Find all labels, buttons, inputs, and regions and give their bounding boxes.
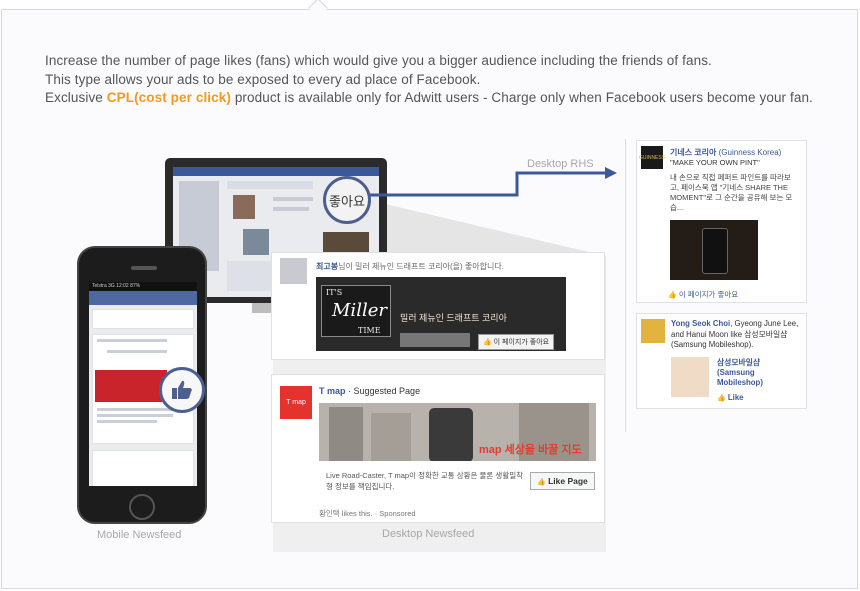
- caption-mobile-newsfeed: Mobile Newsfeed: [97, 529, 182, 541]
- rhs-like-link[interactable]: 👍 Like: [717, 393, 744, 402]
- like-page-button[interactable]: 👍 이 페이지가 좋아요: [478, 334, 555, 350]
- rhs-arrow: [365, 167, 617, 197]
- ad-description: Live Road-Caster, T map이 정확한 교통 상황은 물론 생…: [326, 471, 524, 491]
- phone-home-button: [129, 494, 155, 520]
- social-context-text: 님이 밀러 제뉴인 드래프트 코리아(을) 좋아합니다.: [338, 262, 504, 271]
- text-line: [97, 414, 173, 417]
- caption-desktop-rhs: Desktop RHS: [527, 158, 594, 170]
- miller-logo-top: IT'S: [326, 288, 343, 297]
- page-picture[interactable]: [671, 357, 709, 397]
- page-name-link[interactable]: 삼성모바일샵 (Samsung Mobileshop): [717, 358, 789, 388]
- rhs-ad-title-en: (Guinness Korea): [718, 148, 782, 157]
- newsfeed-ad-tmap: T map T map · Suggested Page map 세상을 바꿀 …: [271, 374, 605, 523]
- like-page-button-label: Like Page: [548, 476, 588, 486]
- mobile-ad-image[interactable]: [95, 370, 167, 402]
- friend-name[interactable]: Yong Seok Choi: [671, 319, 730, 328]
- rhs-like-link[interactable]: 👍 이 페이지가 좋아요: [668, 289, 738, 300]
- intro-line-3: Exclusive CPL(cost per click) product is…: [45, 89, 815, 108]
- cpl-highlight: CPL(cost per click): [106, 90, 231, 105]
- rhs-ad-description: 내 손으로 직접 페퍼트 파인트를 따라보고, 페이스북 앱 "기네스 SHAR…: [670, 173, 793, 212]
- ad-photo: [323, 232, 369, 254]
- newsfeed-ad-miller: 최고봉님이 밀러 제뉴인 드래프트 코리아(을) 좋아합니다. IT'S Mil…: [271, 252, 605, 360]
- facebook-mobile-nav: [89, 291, 197, 305]
- fan-faces: [400, 333, 470, 347]
- miller-logo-bottom: TIME: [358, 326, 381, 335]
- ad-footer: 황인택 likes this. · Sponsored: [319, 509, 416, 518]
- like-page-button[interactable]: 👍 Like Page: [530, 472, 595, 490]
- friend-avatar: [280, 258, 307, 284]
- rhs-ad-guinness: GUINNESS 기네스 코리아 (Guinness Korea) "MAKE …: [636, 140, 807, 303]
- text-line: [273, 207, 309, 211]
- like-page-button-label: 이 페이지가 좋아요: [493, 339, 550, 346]
- post-photo-2: [243, 229, 269, 255]
- rhs-divider: [625, 139, 626, 432]
- banner-title: 밀러 제뉴인 드래프트 코리아: [400, 313, 507, 323]
- like-bubble: 좋아요: [323, 176, 371, 224]
- ad-image[interactable]: map 세상을 바꿀 지도: [319, 403, 596, 461]
- miller-logo: IT'S Miller TIME: [321, 285, 391, 337]
- text-line: [273, 197, 313, 201]
- rhs-like-label: Like: [727, 393, 744, 402]
- post-photo: [233, 195, 255, 219]
- text-line: [97, 408, 177, 411]
- thumbs-up-icon: 👍: [537, 479, 546, 486]
- thumbs-up-icon: 👍: [717, 395, 726, 402]
- text-line: [97, 420, 157, 423]
- phone-in-hand: [429, 408, 473, 461]
- social-context: Yong Seok Choi, Gyeong June Lee, and Han…: [671, 319, 808, 351]
- phone-speaker: [131, 266, 157, 270]
- rhs-ad-title[interactable]: 기네스 코리아 (Guinness Korea): [670, 147, 781, 158]
- tmap-logo[interactable]: T map: [280, 386, 312, 419]
- building: [371, 413, 411, 461]
- intro-line-3-prefix: Exclusive: [45, 90, 107, 105]
- page-name-link[interactable]: T map: [319, 386, 346, 396]
- rhs-like-label: 이 페이지가 좋아요: [678, 290, 739, 299]
- suggested-page-label: · Suggested Page: [345, 386, 421, 396]
- post-header: [227, 181, 313, 189]
- friend-avatar: [641, 319, 665, 343]
- rhs-ad-image[interactable]: [670, 220, 758, 280]
- guinness-logo[interactable]: GUINNESS: [639, 146, 665, 169]
- composer-bar: [92, 309, 194, 329]
- thumbs-up-icon: 👍: [483, 339, 492, 346]
- intro-text: Increase the number of page likes (fans)…: [45, 52, 815, 108]
- friend-name[interactable]: 최고봉: [316, 262, 338, 271]
- intro-line-1: Increase the number of page likes (fans)…: [45, 53, 712, 68]
- building: [329, 407, 363, 461]
- thumbs-up-icon: 👍: [668, 292, 677, 299]
- text-line: [107, 350, 167, 353]
- social-context: 최고봉님이 밀러 제뉴인 드래프트 코리아(을) 좋아합니다.: [316, 261, 504, 272]
- tmap-overlay-text: map 세상을 바꿀 지도: [479, 444, 582, 456]
- mobile-post-card: [92, 450, 194, 486]
- page-name: T map · Suggested Page: [319, 386, 420, 396]
- intro-line-2: This type allows your ads to be exposed …: [45, 71, 481, 87]
- text-line: [97, 339, 167, 342]
- miller-banner[interactable]: IT'S Miller TIME 밀러 제뉴인 드래프트 코리아 👍 이 페이지…: [316, 277, 566, 351]
- thumbs-up-icon: [159, 367, 205, 413]
- phone-status-bar: Telstra 3G 12:02 87%: [89, 282, 197, 291]
- rhs-ad-slogan: "MAKE YOUR OWN PINT": [670, 158, 760, 167]
- rhs-ad-samsung: Yong Seok Choi, Gyeong June Lee, and Han…: [636, 313, 807, 409]
- caption-desktop-newsfeed: Desktop Newsfeed: [382, 528, 475, 540]
- facebook-topbar: [173, 167, 379, 176]
- rhs-ad-title-ko: 기네스 코리아: [670, 148, 717, 157]
- miller-logo-name: Miller: [332, 300, 387, 321]
- thumbs-up-icon-glyph: [172, 380, 192, 399]
- intro-line-3-suffix: product is available only for Adwitt use…: [230, 90, 813, 105]
- phone-in-photo: [702, 228, 728, 274]
